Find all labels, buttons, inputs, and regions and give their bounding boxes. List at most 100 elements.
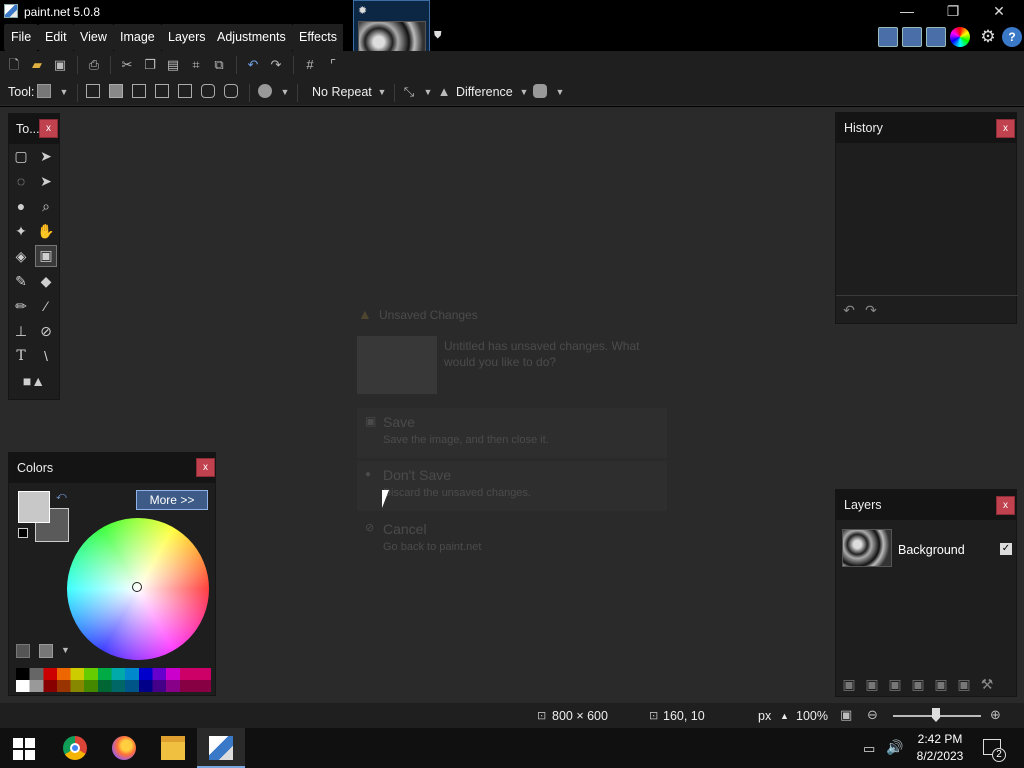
zoom-slider-thumb[interactable] [932, 708, 940, 722]
layer-visibility-checkbox[interactable]: ✓ [1000, 543, 1012, 555]
dialog-option-dont-save[interactable]: ● Don't Save Discard the unsaved changes… [357, 461, 667, 511]
menu-adjustments[interactable]: Adjustments [211, 24, 292, 51]
layer-row[interactable]: Background ✓ [836, 524, 1016, 572]
tab-dropdown-icon[interactable]: ⛊ [434, 30, 442, 41]
zoom-to-window-icon[interactable]: ▣ [840, 707, 852, 723]
chevron-down-icon[interactable]: ▼ [516, 84, 532, 100]
move-layer-up-icon[interactable]: ▣ [932, 675, 950, 693]
palette-menu-icon[interactable] [39, 644, 53, 658]
eraser-icon[interactable]: ◆ [37, 272, 55, 290]
chevron-down-icon[interactable]: ▼ [56, 84, 72, 100]
ellipse-select-icon[interactable]: ● [12, 197, 30, 215]
history-undo-icon[interactable]: ↶ [840, 301, 858, 319]
zoom-level[interactable]: 100% [796, 709, 828, 723]
delete-layer-icon[interactable]: ▣ [863, 675, 881, 693]
duplicate-layer-icon[interactable]: ▣ [886, 675, 904, 693]
chevron-down-icon[interactable]: ▼ [374, 84, 390, 100]
help-icon[interactable]: ? [1002, 27, 1022, 47]
blend-mode-select[interactable]: Difference [456, 85, 513, 99]
recolor-icon[interactable]: ⊘ [37, 322, 55, 340]
menu-layers[interactable]: Layers [162, 24, 212, 51]
dialog-option-cancel[interactable]: ⊘ Cancel Go back to paint.net [357, 515, 667, 565]
fill-mode-7-icon[interactable] [224, 84, 238, 98]
close-button[interactable]: ✕ [976, 0, 1022, 24]
merge-layer-icon[interactable]: ▣ [909, 675, 927, 693]
volume-icon[interactable]: 🔊 [886, 739, 903, 756]
rectangle-select-icon[interactable]: ▢ [12, 147, 30, 165]
palette-icon[interactable] [16, 644, 30, 658]
fill-mode-5-icon[interactable] [178, 84, 192, 98]
menu-file[interactable]: File [5, 24, 38, 51]
zoom-icon[interactable]: ⌕ [37, 197, 55, 215]
copy-icon[interactable]: ❐ [142, 57, 158, 73]
colors-window-icon[interactable] [950, 27, 970, 47]
zoom-out-icon[interactable]: ⊖ [867, 707, 878, 723]
restore-button[interactable]: ❐ [930, 0, 976, 24]
color-picker-icon[interactable]: ⁄ [37, 297, 55, 315]
repeat-mode-select[interactable]: No Repeat [312, 85, 372, 99]
tools-window-icon[interactable] [878, 27, 898, 47]
colors-panel-close-button[interactable]: x [196, 458, 215, 477]
alpha-blending-icon[interactable] [533, 84, 547, 98]
menu-image[interactable]: Image [114, 24, 161, 51]
tools-panel-close-button[interactable]: x [39, 119, 58, 138]
open-file-icon[interactable]: ▰ [29, 57, 45, 73]
chevron-down-icon[interactable]: ▼ [277, 84, 293, 100]
grid-icon[interactable]: # [302, 57, 318, 73]
gradient-icon[interactable]: ▣ [35, 245, 57, 267]
windows-start-icon[interactable] [13, 738, 35, 760]
text-icon[interactable]: T [12, 347, 30, 365]
magic-wand-icon[interactable]: ✦ [12, 222, 30, 240]
chevron-down-icon[interactable]: ▼ [420, 84, 436, 100]
fill-mode-3-icon[interactable] [132, 84, 146, 98]
redo-icon[interactable]: ↷ [268, 57, 284, 73]
pan-icon[interactable]: ✋ [37, 222, 55, 240]
menu-view[interactable]: View [74, 24, 113, 51]
paint-bucket-icon[interactable]: ◈ [12, 247, 30, 265]
reset-colors-icon[interactable] [18, 528, 28, 538]
dialog-option-save[interactable]: ▣ Save Save the image, and then close it… [357, 408, 667, 458]
print-icon[interactable]: ⎙ [86, 57, 102, 73]
paintbrush-icon[interactable]: ✎ [12, 272, 30, 290]
crop-icon[interactable]: ⌗ [188, 57, 204, 73]
chrome-icon[interactable] [63, 736, 87, 760]
clone-stamp-icon[interactable]: ⊥ [12, 322, 30, 340]
paintnet-taskbar-button[interactable] [197, 728, 245, 768]
deselect-icon[interactable]: ⧉ [211, 57, 227, 73]
layer-properties-icon[interactable]: ⚒ [978, 675, 996, 693]
line-curve-icon[interactable]: \ [37, 347, 55, 365]
antialiasing-icon[interactable] [258, 84, 272, 98]
file-explorer-icon[interactable] [161, 736, 185, 760]
clock-date[interactable]: 8/2/2023 [912, 749, 968, 763]
paste-icon[interactable]: ▤ [165, 57, 181, 73]
color-palette-strip-dark[interactable] [16, 680, 211, 692]
fill-mode-4-icon[interactable] [155, 84, 169, 98]
swap-colors-icon[interactable]: ⤺ [56, 491, 67, 502]
shapes-icon[interactable]: ■▲ [17, 372, 51, 390]
pencil-icon[interactable]: ✏ [12, 297, 30, 315]
undo-icon[interactable]: ↶ [245, 57, 261, 73]
clock-time[interactable]: 2:42 PM [916, 732, 964, 746]
layers-window-icon[interactable] [926, 27, 946, 47]
fill-mode-6-icon[interactable] [201, 84, 215, 98]
zoom-in-icon[interactable]: ⊕ [990, 707, 1001, 723]
fill-mode-1-icon[interactable] [86, 84, 100, 98]
cut-icon[interactable]: ✂ [119, 57, 135, 73]
move-selection-icon[interactable]: ➤ [37, 172, 55, 190]
new-file-icon[interactable]: 🗋 [6, 57, 22, 73]
fill-mode-2-icon[interactable] [109, 84, 123, 98]
current-tool-icon[interactable] [37, 84, 51, 98]
selection-mode-icon[interactable]: ⤡ [401, 84, 417, 100]
history-redo-icon[interactable]: ↷ [862, 301, 880, 319]
history-window-icon[interactable] [902, 27, 922, 47]
units-select[interactable]: px [758, 709, 771, 723]
firefox-icon[interactable] [112, 736, 136, 760]
chevron-up-icon[interactable]: ▲ [780, 711, 789, 721]
color-wheel-cursor[interactable] [132, 582, 142, 592]
more-colors-button[interactable]: More >> [136, 490, 208, 510]
menu-effects[interactable]: Effects [293, 24, 343, 51]
primary-color-swatch[interactable] [18, 491, 50, 523]
menu-edit[interactable]: Edit [39, 24, 73, 51]
save-icon[interactable]: ▣ [52, 57, 68, 73]
settings-gear-icon[interactable]: ⚙ [978, 27, 998, 47]
